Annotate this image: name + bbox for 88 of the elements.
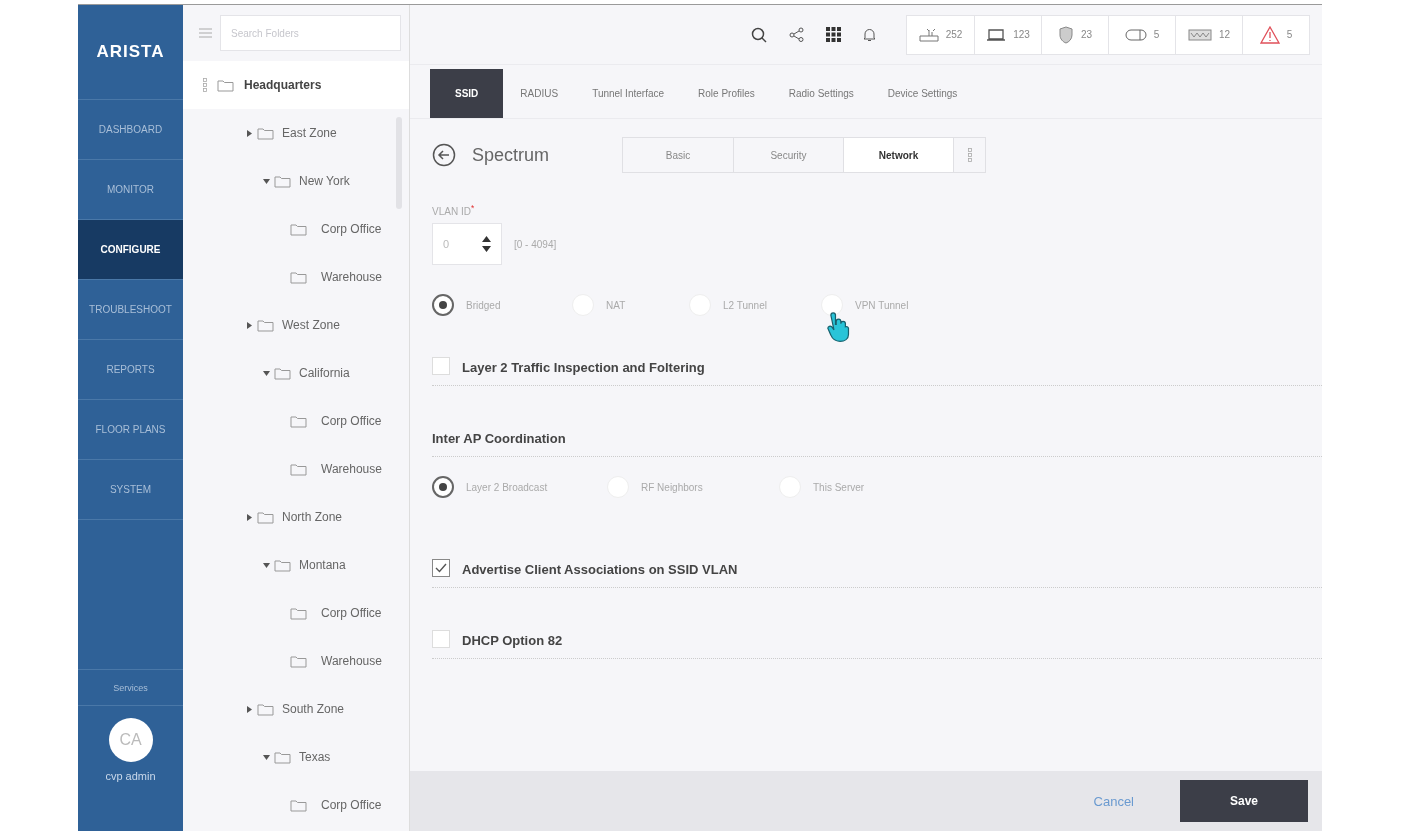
option-row: DHCP Option 82 [432,588,1322,660]
folder-icon [290,606,307,620]
tree-item[interactable]: North Zone [282,510,343,524]
radio-label: VPN Tunnel [855,299,909,311]
shield-icon [1057,25,1074,44]
drag-handle-icon[interactable] [203,78,207,92]
tree-item[interactable]: Corp Office [321,222,382,236]
bell-icon[interactable] [863,27,876,42]
radio-button[interactable] [432,294,454,317]
tab[interactable]: SSID [430,69,504,118]
folder-icon [274,366,291,380]
radio-button[interactable] [432,476,454,499]
caret-icon[interactable] [246,321,253,329]
checkbox[interactable] [432,559,450,578]
folder-icon [290,414,307,428]
folder-icon [217,78,234,92]
folder-icon [290,654,307,668]
folder-icon [274,174,291,188]
status-counter[interactable]: 5 [1108,15,1175,54]
panel-icon [1187,28,1212,41]
tree-item[interactable]: New York [299,174,350,188]
hand-cursor-icon [824,312,850,344]
warning-icon [1259,25,1280,44]
caret-icon[interactable] [246,705,253,713]
caret-icon[interactable] [263,753,270,761]
profile-title: Spectrum [472,144,551,166]
tree-item[interactable]: Corp Office [321,606,382,620]
status-counter[interactable]: 12 [1175,15,1242,54]
folder-icon [257,318,274,332]
radio-label: L2 Tunnel [723,299,767,311]
tree-item[interactable]: Texas [299,750,331,764]
tab[interactable]: Radio Settings [771,69,871,118]
folder-icon [257,702,274,716]
folder-icon [290,462,307,476]
tree-item[interactable]: Warehouse [321,654,382,668]
tab[interactable]: Role Profiles [681,69,772,118]
sub-tab[interactable]: Basic [623,138,733,172]
tree-item[interactable]: Corp Office [321,798,382,812]
range-hint: [0 - 4094] [514,238,557,250]
router-icon [918,27,939,42]
tab[interactable]: Tunnel Interface [575,69,682,118]
caret-icon[interactable] [246,513,253,521]
folder-icon [290,798,307,812]
status-counter[interactable]: 252 [907,15,974,54]
folder-icon [290,222,307,236]
laptop-icon [986,28,1007,41]
tree-item[interactable]: South Zone [282,702,345,716]
apps-grid-icon[interactable] [826,27,841,42]
folder-icon [290,270,307,284]
tree-item[interactable]: West Zone [282,318,340,332]
cancel-button[interactable]: Cancel [1087,792,1140,810]
save-button[interactable]: Save [1180,780,1308,822]
radio-label: RF Neighbors [641,481,703,493]
tree-item[interactable]: East Zone [282,126,337,140]
radio-label: NAT [606,299,626,311]
radio-label: Layer 2 Broadcast [466,481,548,493]
tree-item[interactable]: Corp Office [321,414,382,428]
caret-icon[interactable] [263,561,270,569]
caret-icon[interactable] [246,129,253,137]
folder-icon [274,750,291,764]
folder-icon [257,510,274,524]
user-name: cvp admin [105,770,156,782]
spinner-arrows-icon[interactable] [482,235,491,254]
sub-tab[interactable]: Network [843,138,953,172]
tree-item[interactable]: Warehouse [321,270,382,284]
tree-item[interactable]: California [299,366,350,380]
status-counter[interactable]: 123 [974,15,1041,54]
folder-icon [274,558,291,572]
tree-item[interactable]: Warehouse [321,462,382,476]
tree-item[interactable]: Headquarters [244,78,322,92]
section-header: Inter AP Coordination [432,386,1322,458]
nav-item[interactable]: CONFIGURE [78,220,183,280]
field-label: VLAN ID$^{*}$ [432,203,476,218]
tree-item[interactable]: Montana [299,558,346,572]
radio-label: Bridged [466,299,501,311]
option-row: Layer 2 Traffic Inspection and Foltering [432,345,1322,387]
option-row: Advertise Client Associations on SSID VLAN [432,517,1322,589]
tab[interactable]: Device Settings [870,69,975,118]
caret-icon[interactable] [263,369,270,377]
share-icon[interactable] [789,27,804,42]
tab[interactable]: RADIUS [503,69,576,118]
status-counter[interactable]: 23 [1041,15,1108,54]
search-icon[interactable] [751,26,767,43]
radio-label: This Server [813,481,865,493]
status-counter[interactable]: 5 [1242,15,1309,54]
folder-icon [257,126,274,140]
caret-icon[interactable] [263,177,270,185]
toggle-icon [1124,28,1147,41]
